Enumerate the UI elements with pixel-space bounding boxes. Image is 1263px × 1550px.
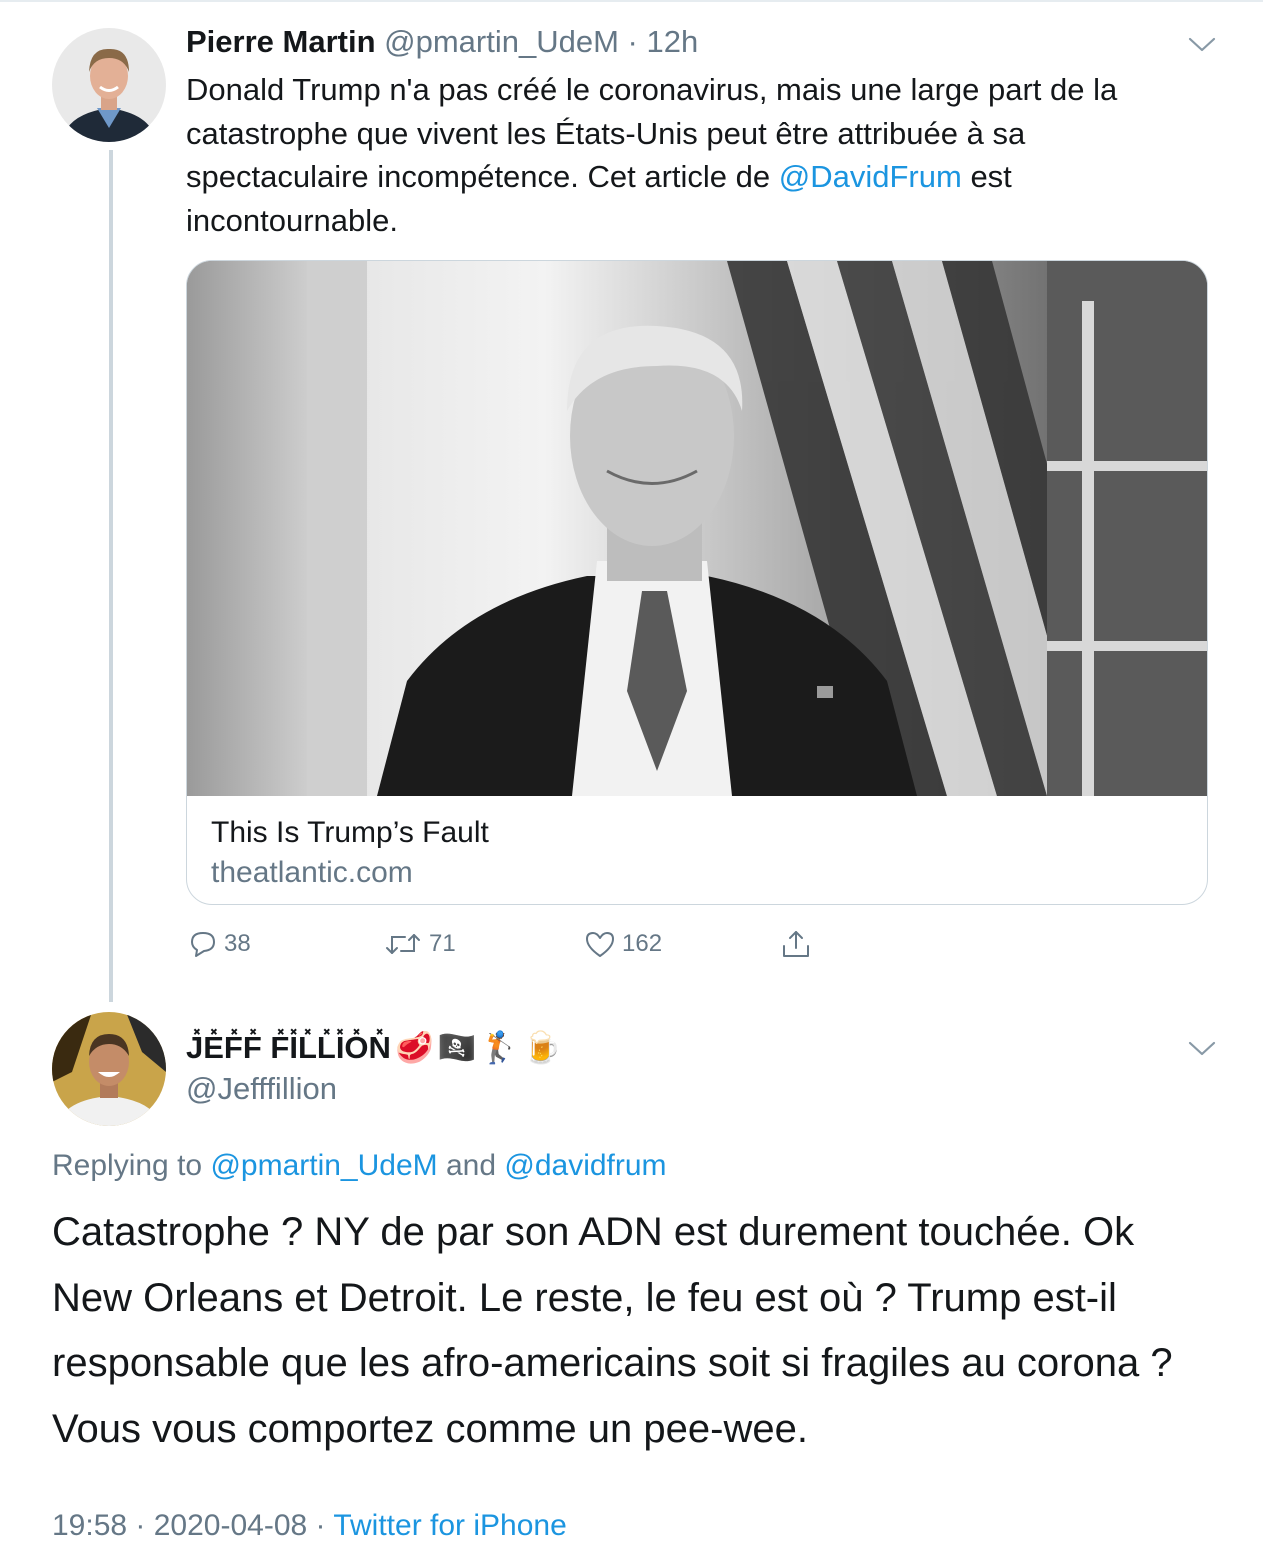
replying-label: Replying to bbox=[52, 1149, 211, 1182]
reply-action[interactable]: 38 bbox=[188, 928, 251, 960]
like-action[interactable]: 162 bbox=[584, 928, 662, 960]
tweet-source[interactable]: Twitter for iPhone bbox=[333, 1509, 566, 1542]
share-icon bbox=[783, 931, 809, 957]
steak-emoji: 🥩 bbox=[394, 1030, 434, 1065]
link-card[interactable]: This Is Trump’s Fault theatlantic.com bbox=[186, 260, 1208, 905]
tweet-footer: 19:58 · 2020-04-08 · Twitter for iPhone bbox=[52, 1506, 567, 1546]
reply-count: 38 bbox=[224, 930, 251, 957]
top-divider bbox=[0, 0, 1263, 2]
retweet-count: 71 bbox=[429, 930, 456, 957]
like-icon bbox=[586, 932, 614, 957]
separator-dot: · bbox=[307, 1509, 334, 1542]
card-image bbox=[187, 261, 1207, 796]
reply-mention-2[interactable]: @davidfrum bbox=[504, 1149, 666, 1182]
retweet-action[interactable]: 71 bbox=[383, 928, 456, 960]
author-handle[interactable]: @pmartin_UdeM bbox=[384, 24, 619, 59]
card-domain: theatlantic.com bbox=[211, 856, 413, 889]
avatar-jeff-fillion[interactable] bbox=[52, 1012, 166, 1126]
golfer-emoji: 🏌️ bbox=[480, 1030, 519, 1065]
separator-dot: · bbox=[618, 24, 647, 59]
author-name[interactable]: J̽E̽F̽F̽ F̽I̽L̽L̽I̽O̽N̽ bbox=[186, 1028, 391, 1068]
tweet1-text: Donald Trump n'a pas créé le coronavirus… bbox=[186, 68, 1176, 242]
mention-link[interactable]: @DavidFrum bbox=[779, 159, 962, 194]
avatar-pierre-martin[interactable] bbox=[52, 28, 166, 142]
share-action[interactable] bbox=[780, 928, 818, 960]
author-handle[interactable]: @Jefffillion bbox=[186, 1069, 337, 1109]
beer-emoji: 🍺 bbox=[522, 1030, 562, 1065]
chevron-down-icon[interactable] bbox=[1188, 36, 1216, 54]
pirate-flag-emoji: 🏴‍☠️ bbox=[437, 1030, 477, 1065]
chevron-down-icon[interactable] bbox=[1188, 1040, 1216, 1058]
tweet-time[interactable]: 19:58 bbox=[52, 1509, 127, 1542]
tweet2-text: Catastrophe ? NY de par son ADN est dure… bbox=[52, 1210, 1173, 1451]
like-count: 162 bbox=[622, 930, 663, 957]
retweet-icon bbox=[386, 934, 420, 954]
card-title: This Is Trump’s Fault bbox=[211, 816, 489, 849]
tweet2-author-row: J̽E̽F̽F̽ F̽I̽L̽L̽I̽O̽N̽ 🥩 🏴‍☠️ 🏌️ 🍺 bbox=[186, 1028, 561, 1068]
separator-dot: · bbox=[127, 1509, 154, 1542]
tweet-date[interactable]: 2020-04-08 bbox=[154, 1509, 307, 1542]
replying-to: Replying to @pmartin_UdeM and @davidfrum bbox=[52, 1146, 667, 1186]
tweet-time[interactable]: 12h bbox=[646, 24, 698, 59]
thread-connector bbox=[109, 150, 113, 1002]
author-name[interactable]: Pierre Martin bbox=[186, 24, 376, 59]
reply-and: and bbox=[437, 1149, 505, 1182]
tweet1-header: Pierre Martin @pmartin_UdeM · 12h bbox=[186, 22, 698, 62]
reply-mention-1[interactable]: @pmartin_UdeM bbox=[210, 1149, 437, 1182]
reply-icon bbox=[191, 932, 215, 957]
